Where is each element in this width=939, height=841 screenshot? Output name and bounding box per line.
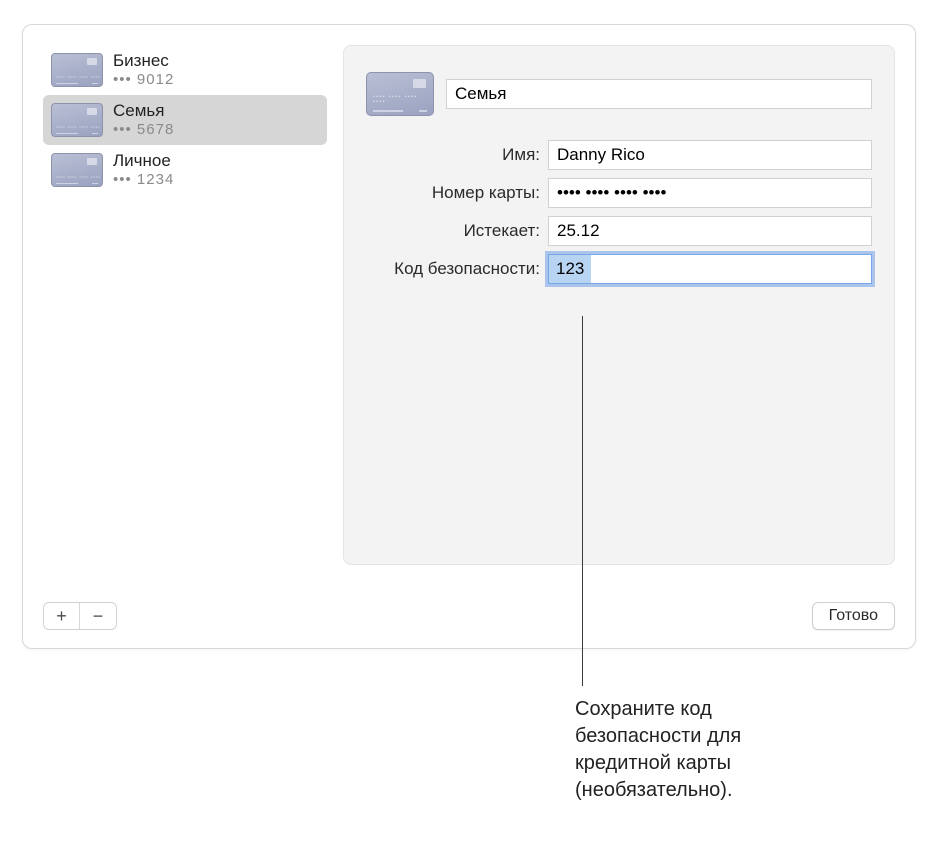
credit-card-icon: •••• •••• •••• •••• <box>51 153 103 187</box>
cardholder-name-input[interactable] <box>548 140 872 170</box>
card-list-item[interactable]: •••• •••• •••• •••• Бизнес ••• 9012 <box>43 45 327 95</box>
card-last4: ••• 5678 <box>113 121 174 139</box>
card-title-input[interactable] <box>446 79 872 109</box>
detail-header: •••• •••• •••• •••• <box>366 72 872 116</box>
callout-text: Сохраните код безопасности для кредитной… <box>575 696 825 804</box>
plus-icon: + <box>56 606 67 627</box>
security-code-label: Код безопасности: <box>366 259 540 279</box>
expires-input[interactable] <box>548 216 872 246</box>
credit-card-icon: •••• •••• •••• •••• <box>51 103 103 137</box>
done-button[interactable]: Готово <box>812 602 895 630</box>
bottom-bar: + − Готово <box>43 602 895 630</box>
card-list-sidebar: •••• •••• •••• •••• Бизнес ••• 9012 ••••… <box>43 45 327 565</box>
callout-leader-line <box>582 316 583 686</box>
main-area: •••• •••• •••• •••• Бизнес ••• 9012 ••••… <box>23 25 915 565</box>
card-detail-panel: •••• •••• •••• •••• Имя: Номер карты: Ис… <box>343 45 895 565</box>
credit-card-icon: •••• •••• •••• •••• <box>51 53 103 87</box>
card-name: Бизнес <box>113 51 174 71</box>
card-info: Бизнес ••• 9012 <box>113 51 174 89</box>
card-list-item[interactable]: •••• •••• •••• •••• Семья ••• 5678 <box>43 95 327 145</box>
name-label: Имя: <box>366 145 540 165</box>
card-last4: ••• 9012 <box>113 71 174 89</box>
card-info: Личное ••• 1234 <box>113 151 174 189</box>
credit-card-icon: •••• •••• •••• •••• <box>366 72 434 116</box>
remove-button[interactable]: − <box>80 603 116 629</box>
minus-icon: − <box>93 606 104 627</box>
card-number-label: Номер карты: <box>366 183 540 203</box>
card-list-item[interactable]: •••• •••• •••• •••• Личное ••• 1234 <box>43 145 327 195</box>
card-number-input[interactable] <box>548 178 872 208</box>
add-button[interactable]: + <box>44 603 80 629</box>
expires-label: Истекает: <box>366 221 540 241</box>
card-last4: ••• 1234 <box>113 171 174 189</box>
security-code-wrap: 123 <box>548 254 872 284</box>
security-code-input[interactable] <box>548 254 872 284</box>
card-form: Имя: Номер карты: Истекает: Код безопасн… <box>366 140 872 284</box>
credit-card-dialog: •••• •••• •••• •••• Бизнес ••• 9012 ••••… <box>22 24 916 649</box>
card-name: Личное <box>113 151 174 171</box>
card-info: Семья ••• 5678 <box>113 101 174 139</box>
add-remove-group: + − <box>43 602 117 630</box>
card-name: Семья <box>113 101 174 121</box>
